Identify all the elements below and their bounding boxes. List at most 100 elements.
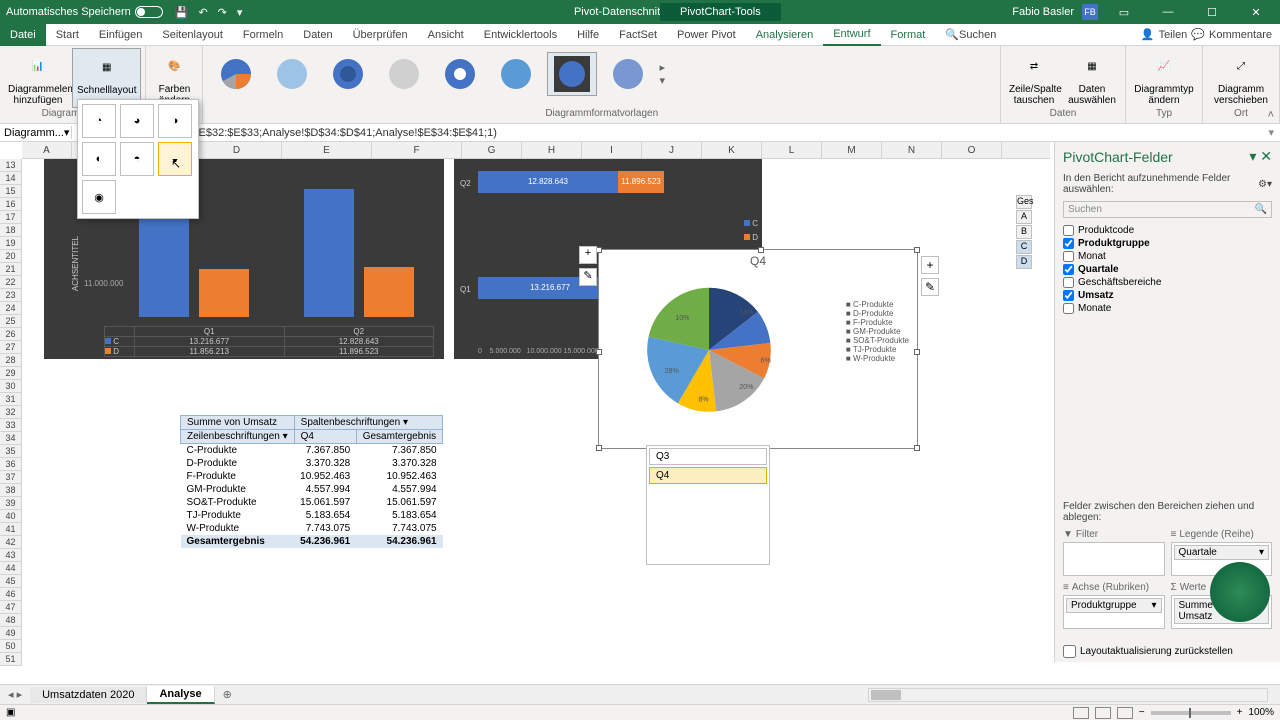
collapse-ribbon-icon[interactable]: ˄ — [1268, 109, 1274, 121]
chart-plus-button[interactable]: + — [579, 246, 597, 264]
tab-entwicklertools[interactable]: Entwicklertools — [474, 24, 567, 46]
chart-style-4[interactable] — [379, 52, 429, 96]
row-header[interactable]: 15 — [0, 185, 22, 198]
column-header[interactable]: K — [702, 142, 762, 158]
name-box[interactable]: Diagramm...▾ — [0, 126, 72, 139]
chevron-down-icon[interactable]: ▾ — [64, 126, 70, 139]
styles-more-icon[interactable]: ▸▾ — [659, 52, 673, 96]
chart-style-5[interactable] — [435, 52, 485, 96]
row-header[interactable]: 31 — [0, 393, 22, 406]
chart-elements-button[interactable]: + — [921, 256, 939, 274]
add-sheet-button[interactable]: ⊕ — [215, 688, 240, 701]
pivot-row[interactable]: C-Produkte7.367.8507.367.850 — [181, 444, 443, 458]
column-header[interactable]: M — [822, 142, 882, 158]
zoom-level[interactable]: 100% — [1248, 707, 1274, 718]
column-header[interactable]: J — [642, 142, 702, 158]
row-header[interactable]: 49 — [0, 627, 22, 640]
redo-icon[interactable]: ↷ — [218, 6, 227, 19]
save-icon[interactable]: 💾 — [175, 6, 189, 19]
share-button[interactable]: 👤 Teilen — [1141, 28, 1187, 41]
mini-button-c[interactable]: C — [1016, 240, 1032, 254]
chart-style-1[interactable] — [211, 52, 261, 96]
row-header[interactable]: 32 — [0, 406, 22, 419]
row-header[interactable]: 41 — [0, 523, 22, 536]
formula-bar[interactable]: =NREIHE(Analyse!$E$32:$E$33;Analyse!$D$3… — [93, 127, 1263, 139]
row-header[interactable]: 16 — [0, 198, 22, 211]
tab-entwurf[interactable]: Entwurf — [823, 24, 880, 46]
view-normal-button[interactable] — [1073, 707, 1089, 719]
pivot-row[interactable]: SO&T-Produkte15.061.59715.061.597 — [181, 496, 443, 509]
row-header[interactable]: 18 — [0, 224, 22, 237]
row-header[interactable]: 13 — [0, 159, 22, 172]
row-header[interactable]: 44 — [0, 562, 22, 575]
row-header[interactable]: 20 — [0, 250, 22, 263]
qat-customize-icon[interactable]: ▾ — [237, 6, 243, 19]
row-header[interactable]: 30 — [0, 380, 22, 393]
chart-style-2[interactable] — [267, 52, 317, 96]
select-data-button[interactable]: ▦Daten auswählen — [1063, 48, 1121, 108]
add-chart-element-button[interactable]: 📊 Diagrammelement hinzufügen — [4, 48, 72, 108]
layout-option-6[interactable]: ◒↖ — [158, 142, 192, 176]
row-header[interactable]: 27 — [0, 341, 22, 354]
sheet-nav-prev[interactable]: ◂ ▸ — [0, 688, 30, 701]
column-header[interactable]: N — [882, 142, 942, 158]
chart-brush-button[interactable]: ✎ — [579, 268, 597, 286]
row-header[interactable]: 37 — [0, 471, 22, 484]
chart-style-7[interactable] — [547, 52, 597, 96]
mini-button-a[interactable]: A — [1016, 210, 1032, 224]
pivot-row[interactable]: D-Produkte3.370.3283.370.328 — [181, 457, 443, 470]
row-header[interactable]: 39 — [0, 497, 22, 510]
field-item[interactable]: Monat — [1063, 250, 1272, 263]
defer-layout[interactable]: Layoutaktualisierung zurückstellen — [1055, 641, 1280, 662]
tab-ansicht[interactable]: Ansicht — [418, 24, 474, 46]
row-header[interactable]: 40 — [0, 510, 22, 523]
row-header[interactable]: 42 — [0, 536, 22, 549]
layout-option-1[interactable]: ◔ — [82, 104, 116, 138]
sheet-tab-analyse[interactable]: Analyse — [147, 686, 214, 704]
pivot-row[interactable]: GM-Produkte4.557.9944.557.994 — [181, 483, 443, 496]
field-item[interactable]: Produktcode — [1063, 224, 1272, 237]
row-header[interactable]: 33 — [0, 419, 22, 432]
row-header[interactable]: 50 — [0, 640, 22, 653]
row-header[interactable]: 19 — [0, 237, 22, 250]
row-header[interactable]: 45 — [0, 575, 22, 588]
tab-ueberpruefen[interactable]: Überprüfen — [343, 24, 418, 46]
autosave-toggle[interactable]: Automatisches Speichern — [6, 6, 163, 18]
chart-styles-button[interactable]: ✎ — [921, 278, 939, 296]
chart-style-3[interactable] — [323, 52, 373, 96]
row-header[interactable]: 22 — [0, 276, 22, 289]
row-header[interactable]: 35 — [0, 445, 22, 458]
mini-button-ges[interactable]: Ges — [1016, 195, 1032, 209]
column-header[interactable]: A — [22, 142, 72, 158]
slicer-item-q4[interactable]: Q4 — [649, 467, 767, 484]
field-item[interactable]: Geschäftsbereiche — [1063, 276, 1272, 289]
switch-row-column-button[interactable]: ⇄Zeile/Spalte tauschen — [1005, 48, 1063, 108]
tab-start[interactable]: Start — [46, 24, 89, 46]
tab-hilfe[interactable]: Hilfe — [567, 24, 609, 46]
horizontal-scrollbar[interactable] — [868, 688, 1268, 702]
pivot-row[interactable]: F-Produkte10.952.46310.952.463 — [181, 470, 443, 483]
zoom-slider[interactable] — [1151, 711, 1231, 715]
field-item[interactable]: Umsatz — [1063, 289, 1272, 302]
chart-styles-gallery[interactable]: ▸▾ — [207, 48, 996, 100]
zoom-out-button[interactable]: − — [1139, 707, 1145, 718]
field-item[interactable]: Produktgruppe — [1063, 237, 1272, 250]
row-header[interactable]: 34 — [0, 432, 22, 445]
tab-analysieren[interactable]: Analysieren — [746, 24, 823, 46]
chart-style-6[interactable] — [491, 52, 541, 96]
tab-powerpivot[interactable]: Power Pivot — [667, 24, 746, 46]
slicer-quartale[interactable]: Q3 Q4 — [646, 445, 770, 565]
row-header[interactable]: 36 — [0, 458, 22, 471]
column-header[interactable]: F — [372, 142, 462, 158]
layout-option-5[interactable]: ◓ — [120, 142, 154, 176]
tab-formeln[interactable]: Formeln — [233, 24, 293, 46]
pivot-table[interactable]: Summe von UmsatzSpaltenbeschriftungen ▾ … — [180, 415, 443, 548]
filter-icon[interactable]: ▾ — [403, 417, 408, 428]
undo-icon[interactable]: ↶ — [198, 6, 207, 19]
mini-button-b[interactable]: B — [1016, 225, 1032, 239]
chart-style-8[interactable] — [603, 52, 653, 96]
column-header[interactable]: I — [582, 142, 642, 158]
tab-format[interactable]: Format — [881, 24, 936, 46]
user-avatar[interactable]: FB — [1082, 4, 1098, 20]
change-chart-type-button[interactable]: 📈Diagrammtyp ändern — [1130, 48, 1198, 108]
